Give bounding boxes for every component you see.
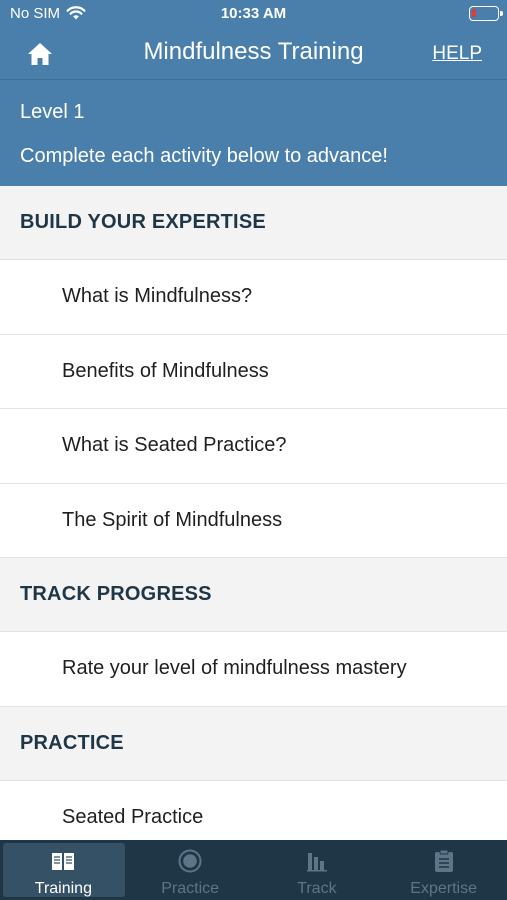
tab-expertise[interactable]: Expertise: [380, 840, 507, 900]
level-title: Level 1: [20, 101, 85, 123]
target-icon: [178, 849, 202, 873]
nav-bar: Mindfulness Training HELP: [0, 28, 507, 80]
list-item-what-is-mindfulness[interactable]: What is Mindfulness?: [0, 260, 507, 335]
status-bar: No SIM 10:33 AM: [0, 0, 507, 28]
tab-label: Expertise: [410, 880, 477, 897]
tab-bar: Training Practice Track Expertise: [0, 840, 507, 900]
battery-level: [472, 9, 476, 17]
section-header-practice: PRACTICE: [0, 706, 507, 781]
tab-training[interactable]: Training: [0, 840, 127, 900]
help-link[interactable]: HELP: [432, 43, 482, 65]
section-header-build-expertise: BUILD YOUR EXPERTISE: [0, 186, 507, 260]
list-item-what-is-seated-practice[interactable]: What is Seated Practice?: [0, 409, 507, 484]
list-item-spirit-of-mindfulness[interactable]: The Spirit of Mindfulness: [0, 483, 507, 558]
list-item-rate-mastery[interactable]: Rate your level of mindfulness mastery: [0, 632, 507, 707]
level-banner: Level 1 Complete each activity below to …: [0, 80, 507, 186]
bar-chart-icon: [306, 853, 327, 872]
tab-track[interactable]: Track: [254, 840, 381, 900]
list-item-benefits-of-mindfulness[interactable]: Benefits of Mindfulness: [0, 334, 507, 409]
activity-list: BUILD YOUR EXPERTISE What is Mindfulness…: [0, 186, 507, 855]
status-time: 10:33 AM: [220, 5, 287, 22]
tab-label: Training: [34, 880, 92, 897]
tab-label: Practice: [161, 880, 220, 897]
tab-practice[interactable]: Practice: [127, 840, 254, 900]
book-icon: [52, 853, 75, 870]
section-header-track-progress: TRACK PROGRESS: [0, 558, 507, 632]
tab-label: Track: [297, 880, 337, 897]
clipboard-icon: [434, 849, 453, 872]
level-subtitle: Complete each activity below to advance!: [20, 145, 388, 167]
battery-icon: [469, 6, 503, 21]
page-title: Mindfulness Training: [143, 38, 364, 65]
